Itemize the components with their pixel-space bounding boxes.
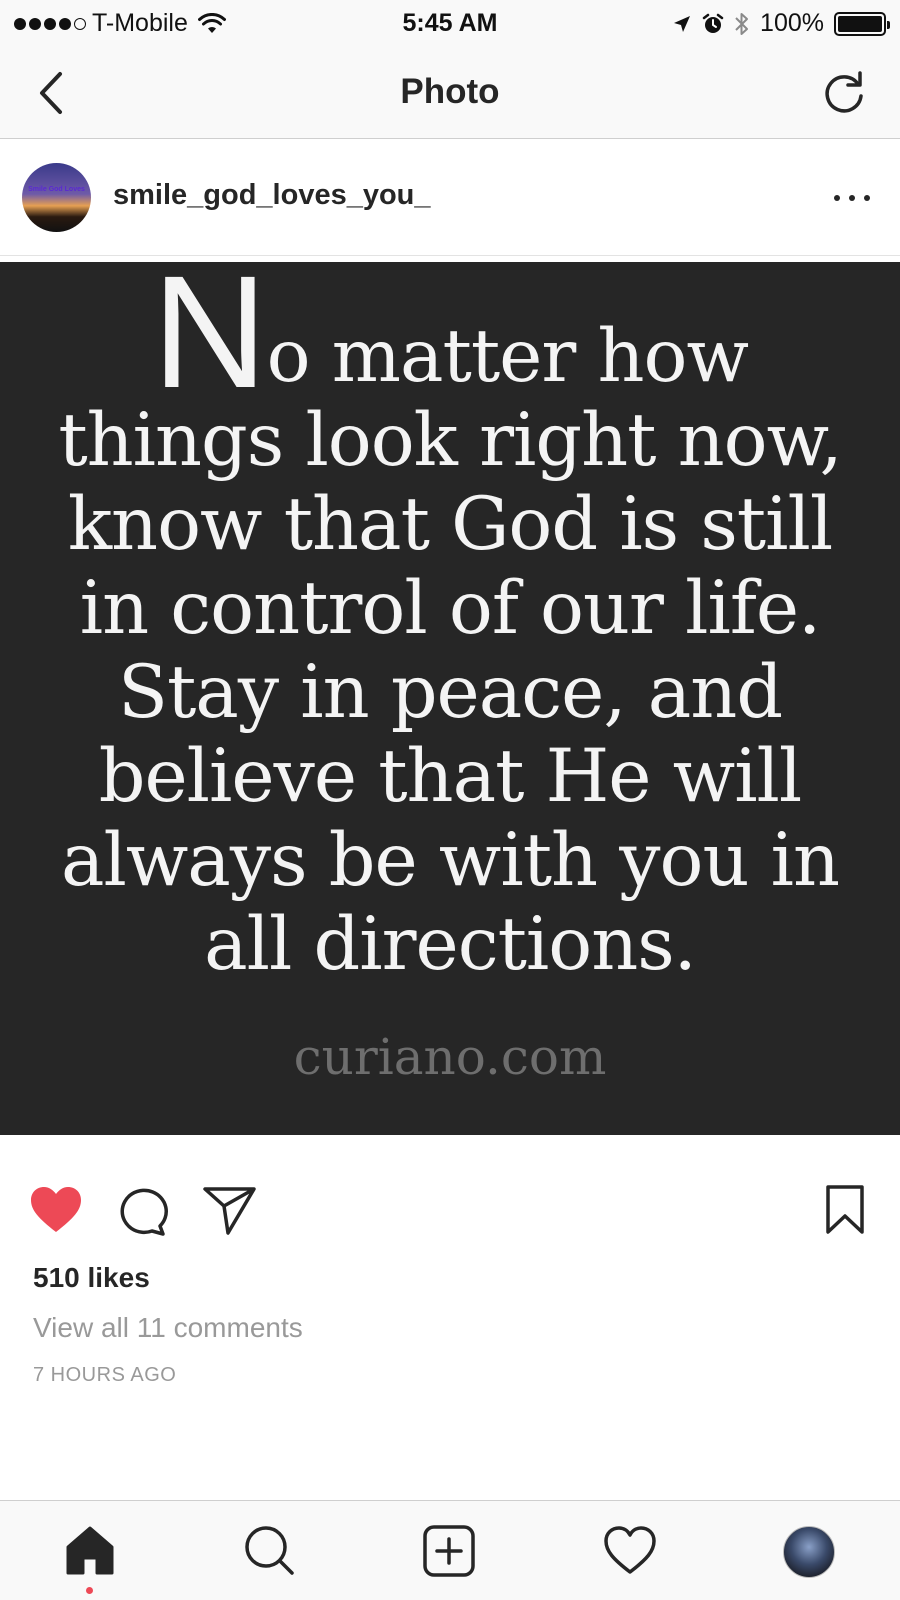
quote-line-6: believe that He will <box>98 734 802 819</box>
activity-heart-icon[interactable] <box>602 1523 658 1579</box>
share-direct-icon[interactable] <box>202 1184 258 1236</box>
avatar[interactable]: Smile God Loves <box>22 163 91 232</box>
quote-line-1-text: o matter how <box>266 314 749 399</box>
page-title: Photo <box>400 72 500 111</box>
home-icon[interactable] <box>62 1523 118 1579</box>
view-comments-link[interactable]: View all 11 comments <box>33 1312 303 1344</box>
quote-line-5: Stay in peace, and <box>117 650 783 735</box>
search-icon[interactable] <box>242 1523 298 1579</box>
more-options-icon[interactable] <box>834 183 870 213</box>
comment-icon[interactable] <box>116 1184 172 1236</box>
add-post-icon[interactable] <box>421 1523 477 1579</box>
active-tab-indicator <box>86 1587 93 1594</box>
username[interactable]: smile_god_loves_you_ <box>113 179 431 212</box>
post-image[interactable]: No matter how things look right now, kno… <box>0 262 900 1135</box>
avatar-logo-text: Smile God Loves <box>28 186 85 193</box>
profile-avatar[interactable] <box>783 1526 835 1578</box>
post-timestamp: 7 HOURS AGO <box>33 1364 177 1386</box>
battery-fill <box>838 15 882 32</box>
likes-count[interactable]: 510 likes <box>33 1262 150 1294</box>
watermark: curiano.com <box>293 1028 607 1086</box>
quote-line-7: always be with you in <box>60 818 840 903</box>
quote-line-4: in control of our life. <box>79 566 822 651</box>
post-header: Smile God Loves smile_god_loves_you_ <box>0 139 900 256</box>
quote-line-8: all directions. <box>204 902 697 987</box>
bluetooth-icon <box>735 12 749 35</box>
quote-text: No matter how things look right now, kno… <box>0 262 900 987</box>
status-right: 100% <box>672 9 890 38</box>
bookmark-icon[interactable] <box>822 1184 868 1236</box>
battery-percent: 100% <box>760 9 824 37</box>
post-actions <box>0 1180 900 1240</box>
location-arrow-icon <box>674 15 691 32</box>
quote-line-1: No matter how <box>0 262 900 412</box>
quote-line-3: know that God is still <box>67 482 833 567</box>
heart-icon[interactable] <box>28 1184 84 1236</box>
alarm-icon <box>702 13 724 33</box>
status-bar: T-Mobile 5:45 AM 100% <box>0 0 900 46</box>
tab-bar <box>0 1500 900 1600</box>
refresh-icon[interactable] <box>818 66 870 118</box>
quote-line-2: things look right now, <box>58 398 842 483</box>
battery-icon <box>834 11 890 36</box>
nav-bar: Photo <box>0 46 900 139</box>
